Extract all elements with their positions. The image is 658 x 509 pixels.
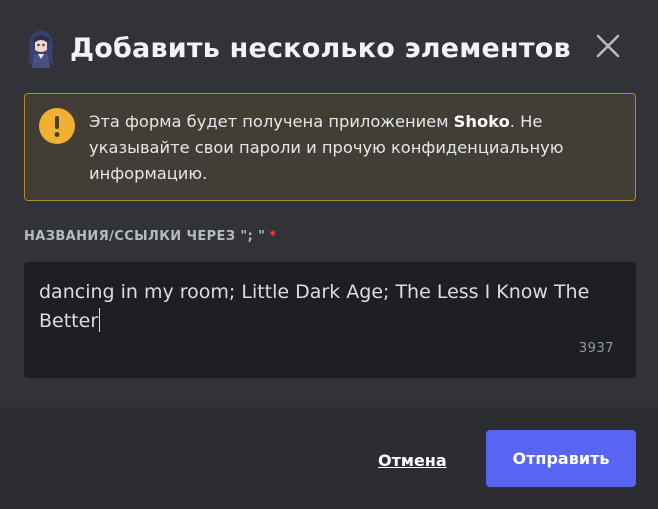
titles-input[interactable]: dancing in my room; Little Dark Age; The… xyxy=(24,262,636,378)
dialog-header: Добавить несколько элементов xyxy=(24,26,634,70)
field-label-text: НАЗВАНИЯ/ССЫЛКИ ЧЕРЕЗ "; " xyxy=(24,229,266,244)
privacy-warning-text: Эта форма будет получена приложением Sho… xyxy=(89,109,617,187)
field-label: НАЗВАНИЯ/ССЫЛКИ ЧЕРЕЗ "; " * xyxy=(24,229,276,244)
submit-button[interactable]: Отправить xyxy=(486,430,636,487)
required-mark: * xyxy=(269,229,277,244)
titles-input-value: dancing in my room; Little Dark Age; The… xyxy=(39,281,590,332)
cancel-button[interactable]: Отмена xyxy=(378,451,447,470)
add-multiple-items-dialog: Добавить несколько элементов Эта форма б… xyxy=(0,0,658,509)
dialog-footer: Отмена Отправить xyxy=(0,407,658,509)
privacy-warning: Эта форма будет получена приложением Sho… xyxy=(24,93,636,201)
exclamation-circle-icon xyxy=(39,108,75,144)
close-icon[interactable] xyxy=(594,32,622,60)
app-name: Shoko xyxy=(453,112,510,131)
text-caret xyxy=(99,308,101,332)
app-avatar-icon xyxy=(24,28,58,68)
warning-text-before: Эта форма будет получена приложением xyxy=(89,112,454,131)
dialog-title: Добавить несколько элементов xyxy=(70,32,571,64)
character-counter: 3937 xyxy=(578,341,614,356)
